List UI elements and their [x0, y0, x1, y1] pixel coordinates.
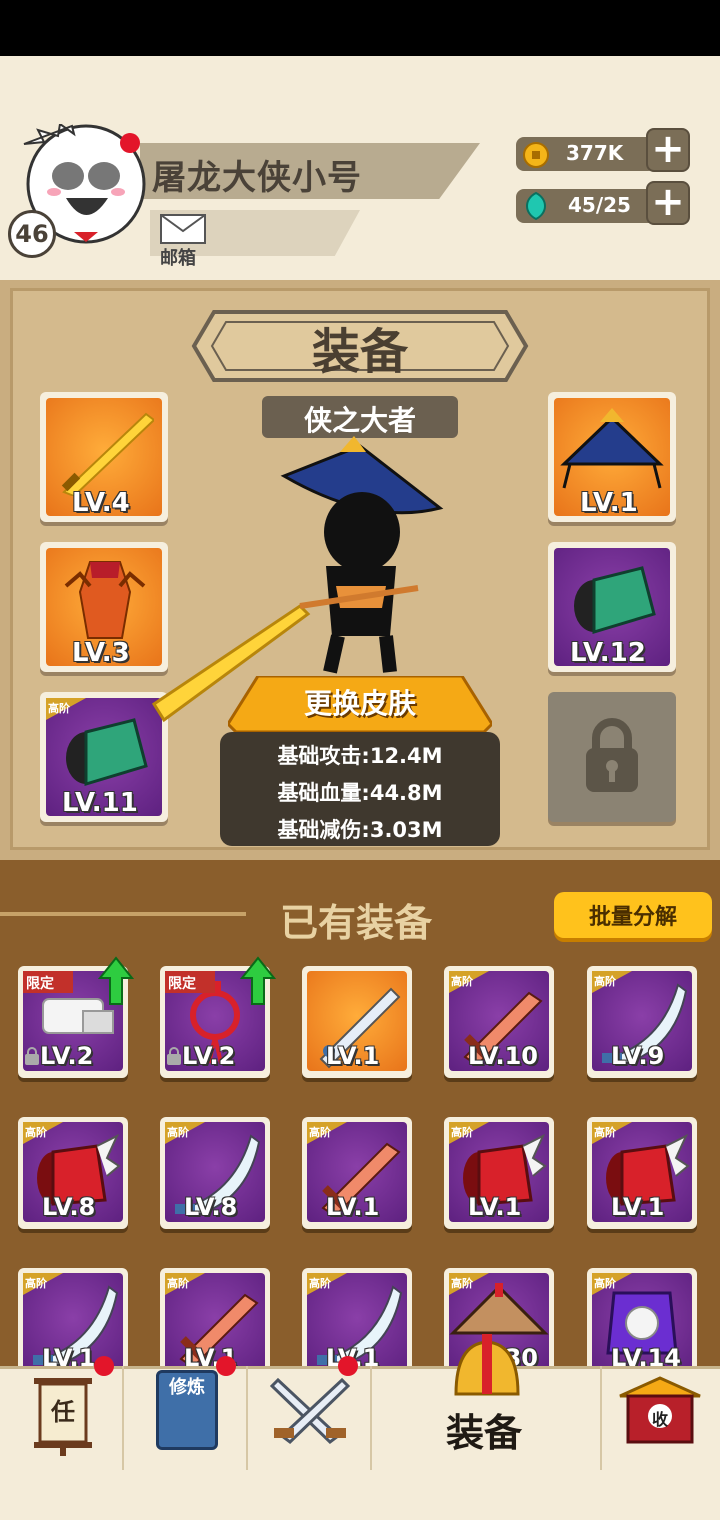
limited-label: 限定	[168, 976, 196, 992]
item-level: LV.8	[184, 1193, 238, 1221]
tier-label: 高阶	[451, 1126, 473, 1139]
gauntlet-slot[interactable]: LV.12	[548, 542, 676, 672]
tier-label: 高阶	[167, 1277, 189, 1290]
stat-health: 基础血量:44.8M	[277, 781, 443, 805]
upgrade-arrow-icon	[240, 956, 276, 1005]
slot-level: LV.12	[570, 638, 646, 668]
title-subtitle: 侠之大者	[303, 404, 416, 437]
nav-task[interactable]: 任	[30, 1374, 96, 1456]
sword-slot[interactable]: LV.4	[40, 392, 168, 522]
gem-value: 45/25	[568, 193, 631, 217]
add-coin-button[interactable]: +	[646, 128, 690, 172]
change-skin-label[interactable]: 更换皮肤	[228, 682, 492, 722]
helmet-icon	[454, 1334, 520, 1396]
nav-cultivate-glyph: 修炼	[169, 1377, 205, 1398]
bulk-dismantle-label[interactable]: 批量分解	[554, 899, 712, 931]
nav-separator	[246, 1366, 248, 1470]
item-level: LV.1	[326, 1193, 380, 1221]
owned-item[interactable]: 高阶 LV.1	[302, 1117, 412, 1229]
coin-value: 377K	[566, 141, 624, 165]
item-level: LV.8	[42, 1193, 96, 1221]
nav-separator	[122, 1366, 124, 1470]
tier-label: 高阶	[594, 1126, 616, 1139]
lock-icon	[167, 1047, 181, 1065]
slot-level: LV.1	[580, 488, 638, 518]
tier-label: 高阶	[25, 1126, 47, 1139]
owned-item[interactable]: 高阶 LV.10	[444, 966, 554, 1078]
slot-level: LV.11	[62, 788, 138, 818]
avatar-notification-dot	[120, 133, 140, 153]
bracer-icon	[66, 718, 148, 787]
tier-label: 高阶	[167, 1126, 189, 1139]
tier-label: 高阶	[594, 1277, 616, 1290]
hat-slot[interactable]: LV.1	[548, 392, 676, 522]
golden-sword-icon	[61, 412, 154, 496]
straw-hat-icon	[560, 408, 664, 489]
nav-separator	[370, 1366, 372, 1470]
status-bar	[0, 0, 720, 56]
bracer-slot[interactable]: 高阶 LV.11	[40, 692, 168, 822]
item-level: LV.10	[468, 1042, 538, 1070]
limited-label: 限定	[26, 976, 54, 992]
item-level: LV.2	[182, 1042, 236, 1070]
upgrade-arrow-icon	[98, 956, 134, 1005]
owned-item[interactable]: 高阶LV.1	[160, 1268, 270, 1380]
tier-label: 高阶	[451, 975, 473, 988]
nav-battle-dot	[338, 1356, 358, 1376]
nav-cultivate[interactable]: 修炼	[156, 1370, 218, 1450]
owned-title: 已有装备	[280, 901, 433, 945]
locked-slot[interactable]	[548, 692, 676, 822]
nav-task-dot	[94, 1356, 114, 1376]
item-level: LV.1	[468, 1193, 522, 1221]
stat-attack: 基础攻击:12.4M	[277, 744, 443, 768]
crossed-swords-icon[interactable]	[270, 1372, 350, 1448]
tier-label: 高阶	[309, 1126, 331, 1139]
nav-cultivate-dot	[216, 1356, 236, 1376]
stat-defense: 基础减伤:3.03M	[277, 818, 443, 842]
item-level: LV.1	[611, 1193, 665, 1221]
mail-label[interactable]: 邮箱	[160, 244, 196, 270]
nav-collect[interactable]: 收	[618, 1376, 702, 1446]
player-level-badge: 46	[8, 210, 56, 258]
coin-icon	[523, 142, 549, 168]
nav-equipment-label[interactable]: 装备	[446, 1402, 522, 1457]
item-level: LV.1	[326, 1042, 380, 1070]
armor-icon	[64, 561, 146, 639]
owned-item[interactable]: LV.1	[302, 966, 412, 1078]
nav-separator	[600, 1366, 602, 1470]
tier-label: 高阶	[309, 1277, 331, 1290]
slot-level: LV.4	[72, 488, 130, 518]
lock-icon	[586, 718, 638, 792]
gem-icon	[526, 191, 546, 221]
item-level: LV.2	[40, 1042, 94, 1070]
owned-item[interactable]: 高阶 LV.1	[587, 1117, 697, 1229]
tier-label: 高阶	[594, 975, 616, 988]
owned-item[interactable]: 高阶 LV.8	[18, 1117, 128, 1229]
lock-icon	[25, 1047, 39, 1065]
nav-collect-glyph: 收	[651, 1410, 668, 1429]
owned-item[interactable]: 高阶 LV.9	[587, 966, 697, 1078]
section-divider	[0, 912, 246, 916]
player-name: 屠龙大侠小号	[152, 158, 362, 198]
owned-item[interactable]: 高阶 LV.14	[587, 1268, 697, 1380]
bottom-nav	[0, 1366, 720, 1470]
armor-slot[interactable]: LV.3	[40, 542, 168, 672]
item-level: LV.9	[611, 1042, 665, 1070]
tier-label: 高阶	[451, 1277, 473, 1290]
equipment-title: 装备	[311, 324, 408, 380]
add-gem-button[interactable]: +	[646, 181, 690, 225]
tier-label: 高阶	[25, 1277, 47, 1290]
owned-item[interactable]: 高阶 LV.1	[444, 1117, 554, 1229]
slot-level: LV.3	[72, 638, 130, 668]
bracer-icon	[574, 566, 656, 635]
owned-item[interactable]: 高阶 LV.8	[160, 1117, 270, 1229]
nav-task-glyph: 任	[51, 1398, 75, 1426]
bottom-bar-bg	[0, 1470, 720, 1520]
mail-icon[interactable]	[160, 214, 206, 244]
